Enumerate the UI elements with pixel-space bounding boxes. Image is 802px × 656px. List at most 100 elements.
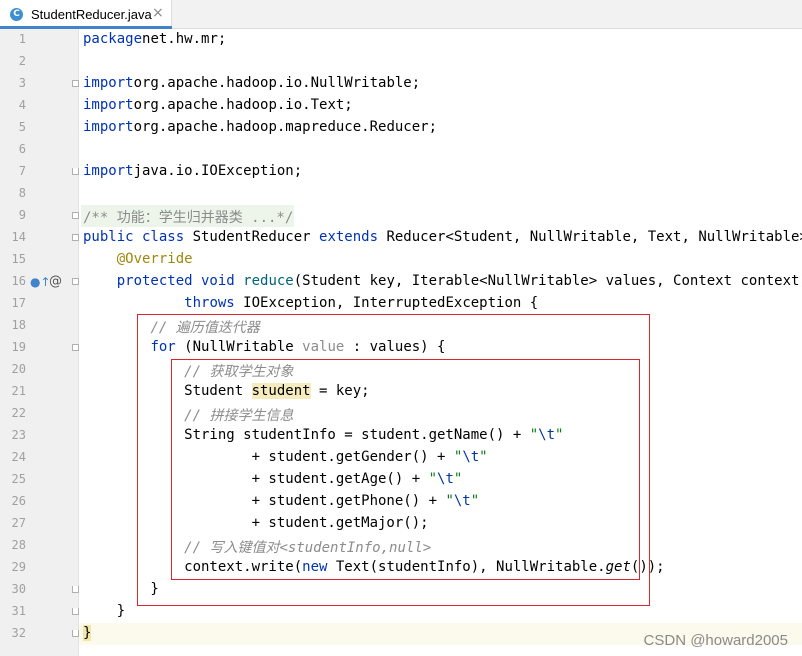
code-token: + student.getAge() + [83,471,429,487]
code-line[interactable]: 8 [0,183,802,205]
code-line[interactable]: 26 + student.getPhone() + "\t" [0,491,802,513]
code-text: // 拼接学生信息 [83,405,293,425]
code-line[interactable]: 22 // 拼接学生信息 [0,403,802,425]
line-number: 19 [11,340,26,354]
code-text: } [83,625,92,641]
code-text: importorg.apache.hadoop.mapreduce.Reduce… [83,119,437,135]
tab-student-reducer[interactable]: C StudentReducer.java × [0,0,172,29]
code-line[interactable]: 30 } [0,579,802,601]
fold-end-icon[interactable] [72,168,79,175]
code-line[interactable]: 9 /** 功能：学生归并器类 ...*/ [0,205,802,227]
code-line[interactable]: 4 importorg.apache.hadoop.io.Text; [0,95,802,117]
code-line[interactable]: 1 packagenet.hw.mr; [0,29,802,51]
code-token: (NullWritable [184,339,303,355]
code-line[interactable]: 23 String studentInfo = student.getName(… [0,425,802,447]
code-token-kw: import [83,163,134,179]
line-number: 24 [11,450,26,464]
fold-toggle-icon[interactable] [72,234,79,241]
fold-toggle-icon[interactable] [72,278,79,285]
code-text: packagenet.hw.mr; [83,31,226,47]
code-token-esc: \t [538,427,556,443]
code-line[interactable]: 2 [0,51,802,73]
code-token-ann: @Override [116,251,193,267]
code-token-kw: public class [83,229,193,245]
code-token: Student [83,383,252,399]
fold-toggle-icon[interactable] [72,212,79,219]
code-token-method: reduce [243,273,294,289]
line-number: 14 [11,230,26,244]
code-token-kw: import [83,97,134,113]
java-class-icon: C [10,8,23,21]
code-text: context.write(new Text(studentInfo), Nul… [83,559,665,575]
code-line[interactable]: 24 + student.getGender() + "\t" [0,447,802,469]
code-token: (Student key, Iterable<NullWritable> val… [293,273,802,289]
code-line[interactable]: 25 + student.getAge() + "\t" [0,469,802,491]
code-token: StudentReducer [192,229,320,245]
code-token: /** 功能：学生归并器类 ...*/ [83,210,294,226]
line-number: 5 [18,120,26,134]
code-line[interactable]: 29 context.write(new Text(studentInfo), … [0,557,802,579]
code-text: for (NullWritable value : values) { [83,339,445,355]
override-icon[interactable]: @ [49,274,62,289]
fold-toggle-icon[interactable] [72,80,79,87]
code-token: ()); [630,559,665,575]
code-token-cm: // 写入键值对<studentInfo,null> [184,540,432,556]
code-line[interactable]: 7 importjava.io.IOException; [0,161,802,183]
code-line[interactable]: 28 // 写入键值对<studentInfo,null> [0,535,802,557]
code-text: // 遍历值迭代器 [83,317,259,337]
code-line[interactable]: 27 + student.getMajor(); [0,513,802,535]
code-text: // 写入键值对<studentInfo,null> [83,537,431,557]
line-number: 21 [11,384,26,398]
code-line[interactable]: 5 importorg.apache.hadoop.mapreduce.Reduc… [0,117,802,139]
code-text: importorg.apache.hadoop.io.Text; [83,97,353,113]
code-line[interactable]: 19 for (NullWritable value : values) { [0,337,802,359]
code-token-kw: extends [319,229,387,245]
code-text: importjava.io.IOException; [83,163,302,179]
fold-end-icon[interactable] [72,608,79,615]
close-icon[interactable]: × [152,5,164,21]
line-number: 16 [11,274,26,288]
code-token-esc: \t [462,449,480,465]
code-token: + student.getPhone() + [83,493,446,509]
code-token: org.apache.hadoop.io.NullWritable; [133,75,421,91]
code-token-italic: get [605,559,631,575]
line-number: 25 [11,472,26,486]
line-number: 1 [18,32,26,46]
code-line[interactable]: 17 throws IOException, InterruptedExcept… [0,293,802,315]
code-line[interactable]: 18 // 遍历值迭代器 [0,315,802,337]
code-text: // 获取学生对象 [83,361,293,381]
line-number: 4 [18,98,26,112]
code-line[interactable]: 6 [0,139,802,161]
fold-end-icon[interactable] [72,630,79,637]
code-text: /** 功能：学生归并器类 ...*/ [83,207,293,227]
fold-toggle-icon[interactable] [72,344,79,351]
line-number: 8 [18,186,26,200]
line-number: 15 [11,252,26,266]
code-line[interactable]: 21 Student student = key; [0,381,802,403]
code-token: Reducer<Student, NullWritable, Text, Nul… [386,229,802,245]
code-line[interactable]: 31 } [0,601,802,623]
code-line[interactable]: 15 @Override [0,249,802,271]
code-line[interactable]: 14 public class StudentReducer extends Re… [0,227,802,249]
implements-method-icon[interactable]: ●↑ [30,275,51,289]
code-token-kw: import [83,119,134,135]
line-number: 30 [11,582,26,596]
line-number: 27 [11,516,26,530]
code-line[interactable]: 16 ●↑ @ protected void reduce(Student key,… [0,271,802,293]
line-number: 29 [11,560,26,574]
code-token-kw: package [83,31,143,47]
fold-end-icon[interactable] [72,586,79,593]
code-token-kw: for [150,339,185,355]
watermark: CSDN @howard2005 [643,632,788,649]
code-token-esc: \t [453,493,471,509]
code-token-hlvar: student [251,383,311,399]
code-line[interactable]: 20 // 获取学生对象 [0,359,802,381]
code-text: @Override [83,251,193,267]
code-line[interactable]: 3 importorg.apache.hadoop.io.NullWritable… [0,73,802,95]
code-text: String studentInfo = student.getName() +… [83,427,563,443]
code-text: public class StudentReducer extends Redu… [83,229,802,245]
